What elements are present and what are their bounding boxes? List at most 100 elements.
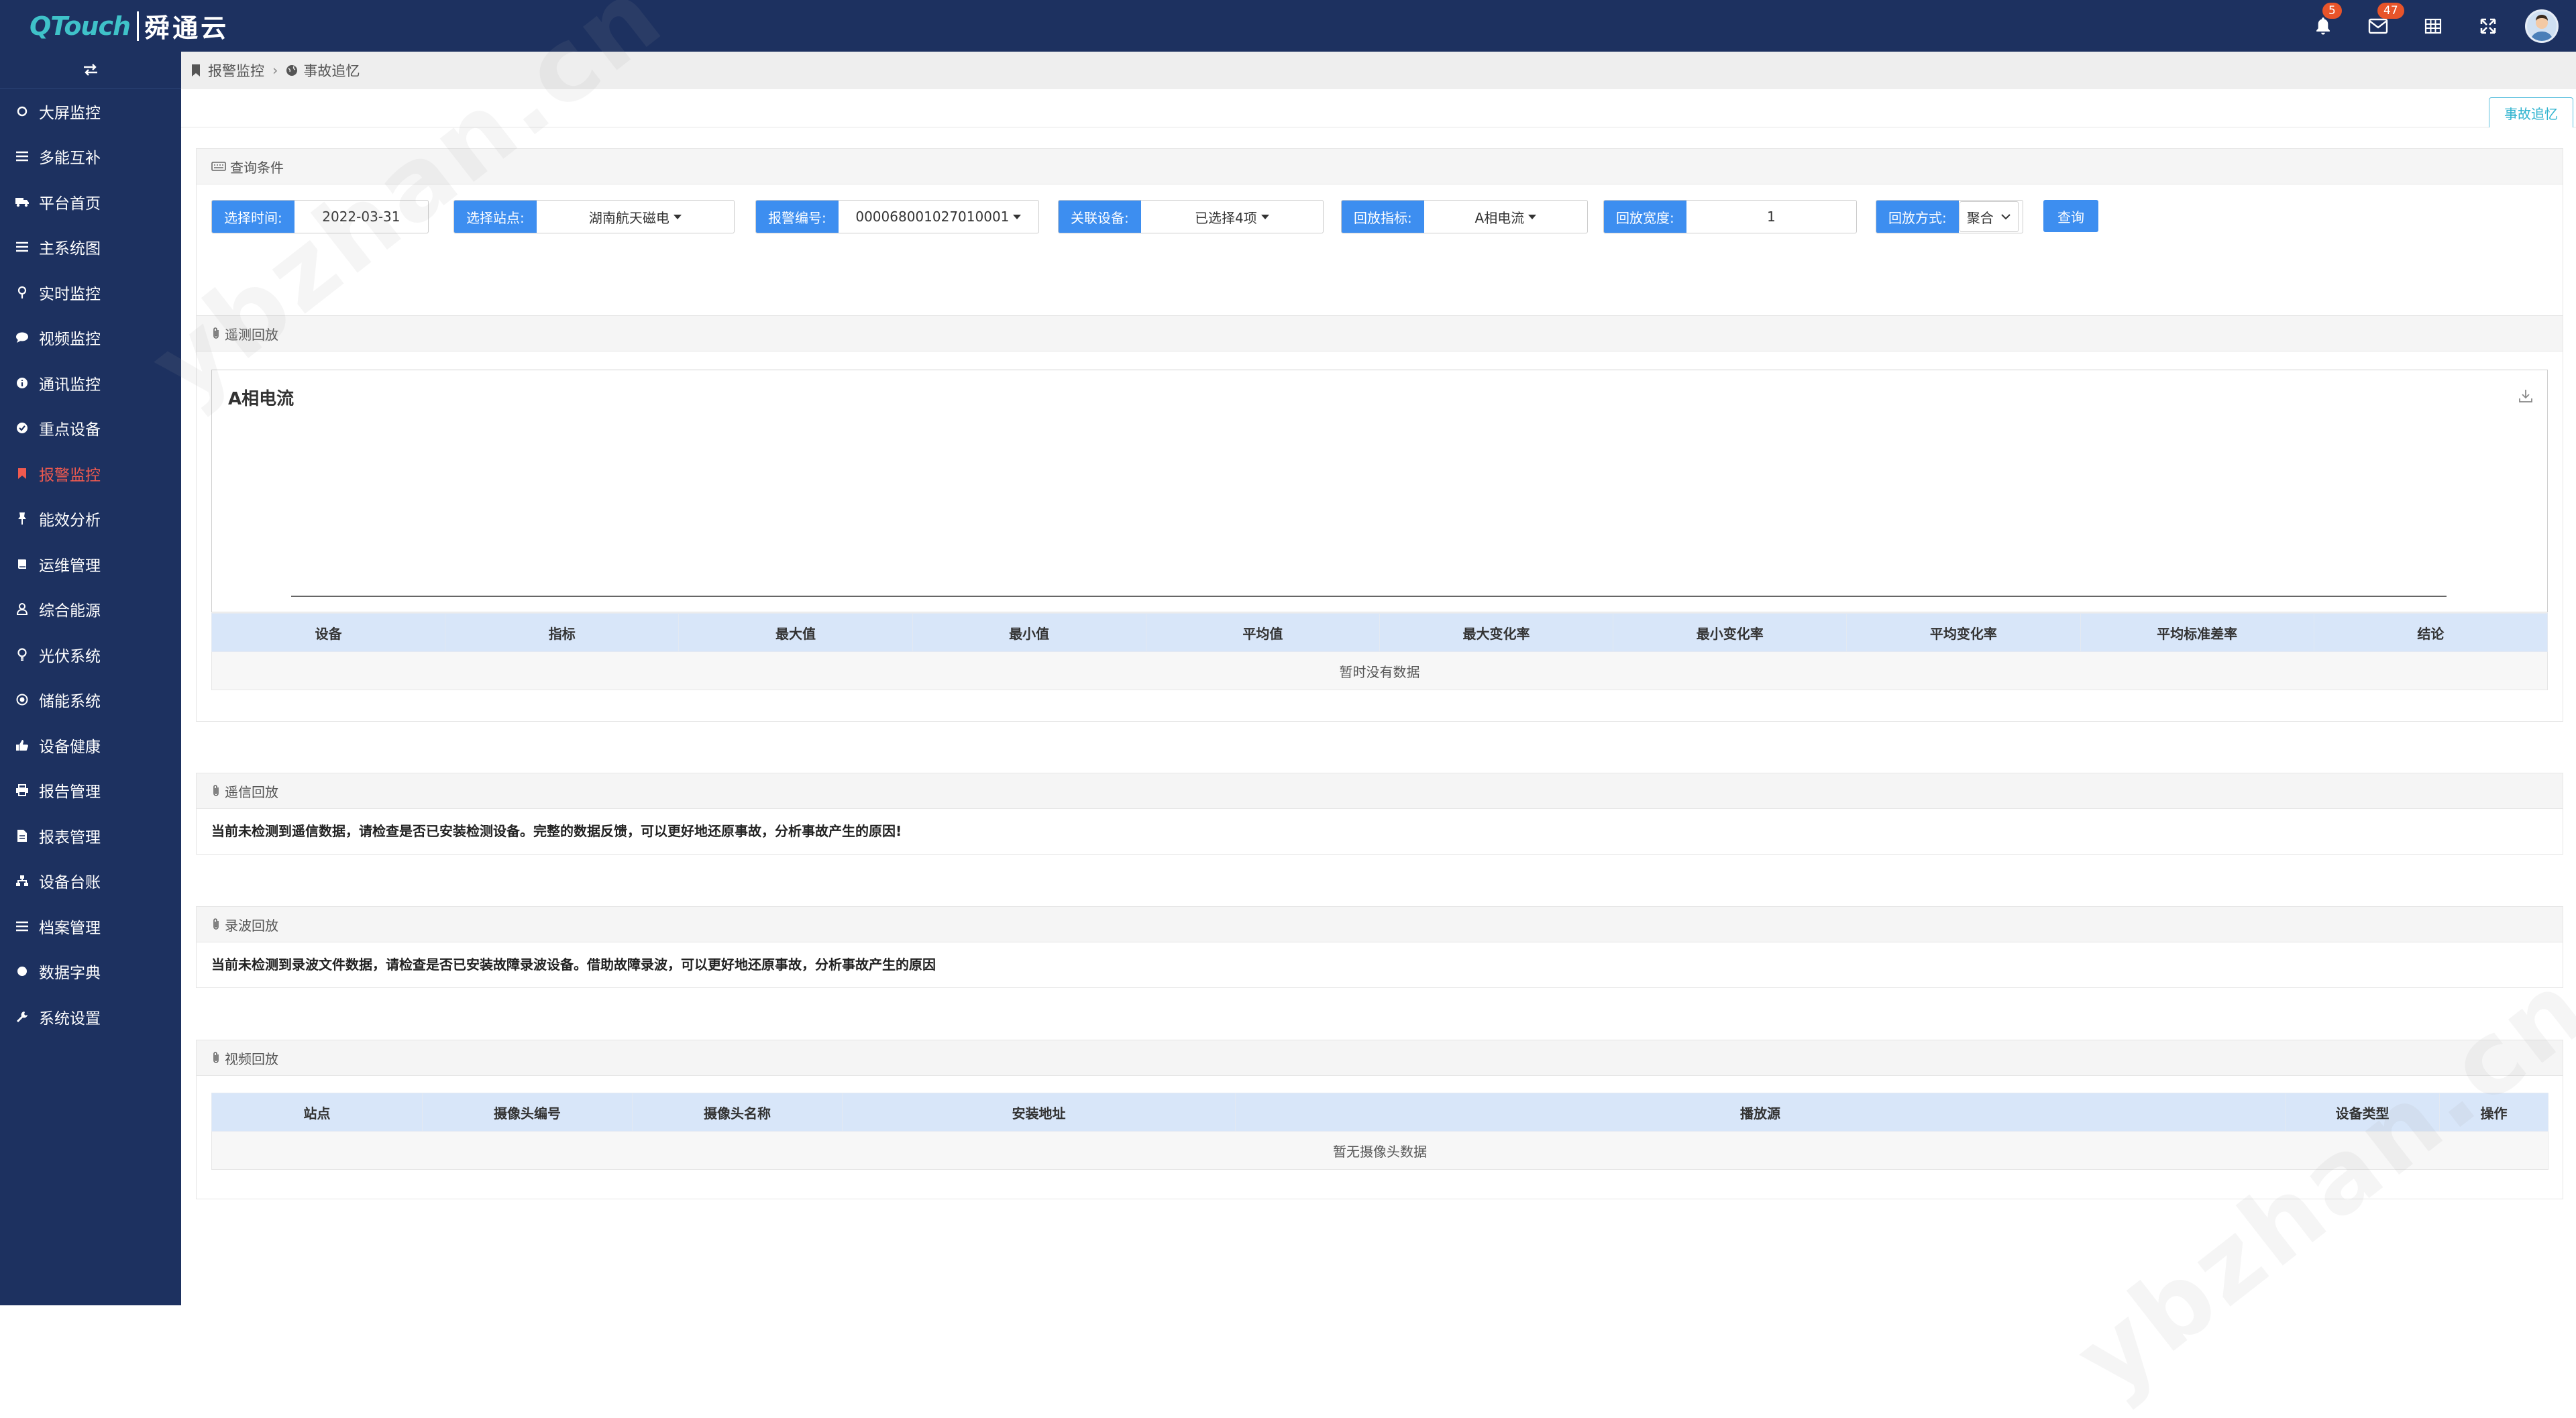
sidebar-item-6[interactable]: 通讯监控 <box>0 360 181 406</box>
alarm-dropdown[interactable]: 000068001027010001 <box>839 201 1038 233</box>
sidebar-item-12[interactable]: 光伏系统 <box>0 632 181 677</box>
download-icon <box>2519 390 2532 402</box>
sidebar-item-4[interactable]: 实时监控 <box>0 270 181 315</box>
sidebar-item-17[interactable]: 设备台账 <box>0 859 181 904</box>
telemetry-table-header: 设备 指标 最大值 最小值 平均值 最大变化率 最小变化率 平均变化率 平均标准差率 结论 <box>211 613 2548 652</box>
sidebar-item-15[interactable]: 报告管理 <box>0 768 181 814</box>
paperclip-icon <box>213 327 219 339</box>
station-select[interactable]: 选择站点: 湖南航天磁电 <box>453 200 735 233</box>
logo-divider <box>137 11 140 41</box>
grid-icon <box>2424 18 2442 34</box>
sidebar-item-label: 能效分析 <box>39 512 101 530</box>
sidebar-item-5[interactable]: 视频监控 <box>0 315 181 361</box>
device-dropdown[interactable]: 已选择4项 <box>1141 201 1323 233</box>
station-dropdown[interactable]: 湖南航天磁电 <box>537 201 734 233</box>
print-icon <box>15 783 30 798</box>
column-header: 结论 <box>2313 613 2548 652</box>
sidebar-item-1[interactable]: 多能互补 <box>0 134 181 180</box>
metric-select[interactable]: 回放指标: A相电流 <box>1341 200 1588 233</box>
sidebar-item-2[interactable]: 平台首页 <box>0 179 181 225</box>
user-avatar[interactable] <box>2525 9 2559 43</box>
query-button[interactable]: 查询 <box>2043 200 2098 232</box>
telemetry-table: 设备 指标 最大值 最小值 平均值 最大变化率 最小变化率 平均变化率 平均标准差率 结论 暂时没… <box>211 613 2548 690</box>
globe-icon <box>286 65 298 76</box>
column-header: 指标 <box>445 613 680 652</box>
sidebar-item-7[interactable]: 重点设备 <box>0 406 181 451</box>
alarm-value: 000068001027010001 <box>855 209 1010 225</box>
time-picker[interactable]: 选择时间: 2022-03-31 <box>211 200 429 233</box>
alarm-number-select[interactable]: 报警编号: 000068001027010001 <box>755 200 1039 233</box>
column-header: 平均标准差率 <box>2080 613 2314 652</box>
sidebar-item-0[interactable]: 大屏监控 <box>0 89 181 134</box>
breadcrumb-current: 事故追忆 <box>303 63 360 79</box>
user-icon <box>15 602 30 616</box>
width-label: 回放宽度: <box>1604 201 1686 233</box>
fullscreen-icon <box>2480 18 2496 34</box>
query-panel-header: 查询条件 <box>197 149 2563 184</box>
remote-signal-panel-header: 遥信回放 <box>197 773 2563 809</box>
device-select[interactable]: 关联设备: 已选择4项 <box>1058 200 1324 233</box>
list-icon <box>15 919 30 934</box>
query-panel-title: 查询条件 <box>230 159 284 176</box>
sidebar-item-label: 平台首页 <box>39 195 101 213</box>
sidebar-toggle[interactable] <box>0 52 181 89</box>
column-header: 设备 <box>211 613 446 652</box>
station-value: 湖南航天磁电 <box>588 209 669 226</box>
sidebar-menu: 大屏监控 多能互补平台首页主系统图实时监控视频监控 通讯监控 重点设备报警监控能效分析… <box>0 89 181 1040</box>
remote-signal-message: 当前未检测到遥信数据，请检查是否已安装检测设备。完整的数据反馈，可以更好地还原事… <box>211 823 902 839</box>
bookmark-icon <box>192 64 200 76</box>
brand-logo[interactable]: QTouch 舜通云 <box>30 7 229 44</box>
paperclip-icon <box>213 918 219 930</box>
paperclip-icon <box>213 1052 219 1063</box>
mode-label: 回放方式: <box>1876 201 1959 233</box>
sidebar-item-13[interactable]: 储能系统 <box>0 677 181 723</box>
fullscreen-button[interactable] <box>2461 0 2516 52</box>
book-icon <box>15 557 30 571</box>
metric-dropdown[interactable]: A相电流 <box>1424 201 1587 233</box>
message-button[interactable]: 47 <box>2351 0 2406 52</box>
grid-button[interactable] <box>2406 0 2461 52</box>
video-empty-cell: 暂无摄像头数据 <box>211 1131 2548 1170</box>
sidebar-item-10[interactable]: 运维管理 <box>0 541 181 587</box>
sidebar-item-20[interactable]: 系统设置 <box>0 994 181 1040</box>
sidebar-item-8[interactable]: 报警监控 <box>0 451 181 496</box>
column-header: 设备类型 <box>2285 1093 2440 1132</box>
pushpin-icon <box>15 511 30 526</box>
sidebar-item-19[interactable]: 数据字典 <box>0 949 181 995</box>
telemetry-panel-title: 遥测回放 <box>225 326 278 343</box>
mode-value: 聚合 <box>1966 209 1994 226</box>
sidebar-item-11[interactable]: 综合能源 <box>0 587 181 633</box>
column-header: 最大变化率 <box>1379 613 1614 652</box>
column-header: 摄像头名称 <box>632 1093 843 1132</box>
comment-icon <box>15 330 30 345</box>
video-table: 站点 摄像头编号 摄像头名称 安装地址 播放源 设备类型 操作 暂无摄像头数据 <box>211 1093 2548 1170</box>
width-input-group[interactable]: 回放宽度: 1 <box>1603 200 1857 233</box>
sidebar-item-9[interactable]: 能效分析 <box>0 496 181 542</box>
column-header: 平均变化率 <box>1846 613 2081 652</box>
sidebar-item-label: 报警监控 <box>39 466 101 484</box>
mode-select-group[interactable]: 回放方式: 聚合 <box>1876 200 2023 233</box>
mode-select[interactable]: 聚合 <box>1959 201 2019 232</box>
sidebar-item-label: 报表管理 <box>39 828 101 847</box>
sidebar-item-3[interactable]: 主系统图 <box>0 225 181 270</box>
column-header: 最大值 <box>678 613 913 652</box>
pin-icon <box>15 285 30 300</box>
circle-icon <box>15 104 30 119</box>
sidebar-item-16[interactable]: 报表管理 <box>0 813 181 859</box>
sidebar-item-label: 档案管理 <box>39 919 101 937</box>
envelope-icon <box>2368 18 2388 34</box>
breadcrumb-parent[interactable]: 报警监控 <box>208 60 264 80</box>
time-value[interactable]: 2022-03-31 <box>294 201 428 233</box>
notification-button[interactable]: 5 <box>2296 0 2351 52</box>
waveform-panel: 录波回放 当前未检测到录波文件数据，请检查是否已安装故障录波设备。借助故障录波，… <box>196 906 2563 988</box>
chart-x-axis <box>291 596 2447 597</box>
sidebar-item-label: 实时监控 <box>39 285 101 303</box>
column-header: 最小值 <box>912 613 1146 652</box>
target-icon <box>15 692 30 707</box>
sidebar-item-label: 系统设置 <box>39 1010 101 1028</box>
chart-download-button[interactable] <box>2518 388 2534 406</box>
tab-accident-recall[interactable]: 事故追忆 <box>2489 97 2573 127</box>
sidebar-item-18[interactable]: 档案管理 <box>0 904 181 949</box>
sidebar-item-14[interactable]: 设备健康 <box>0 722 181 768</box>
width-input[interactable]: 1 <box>1686 201 1856 233</box>
